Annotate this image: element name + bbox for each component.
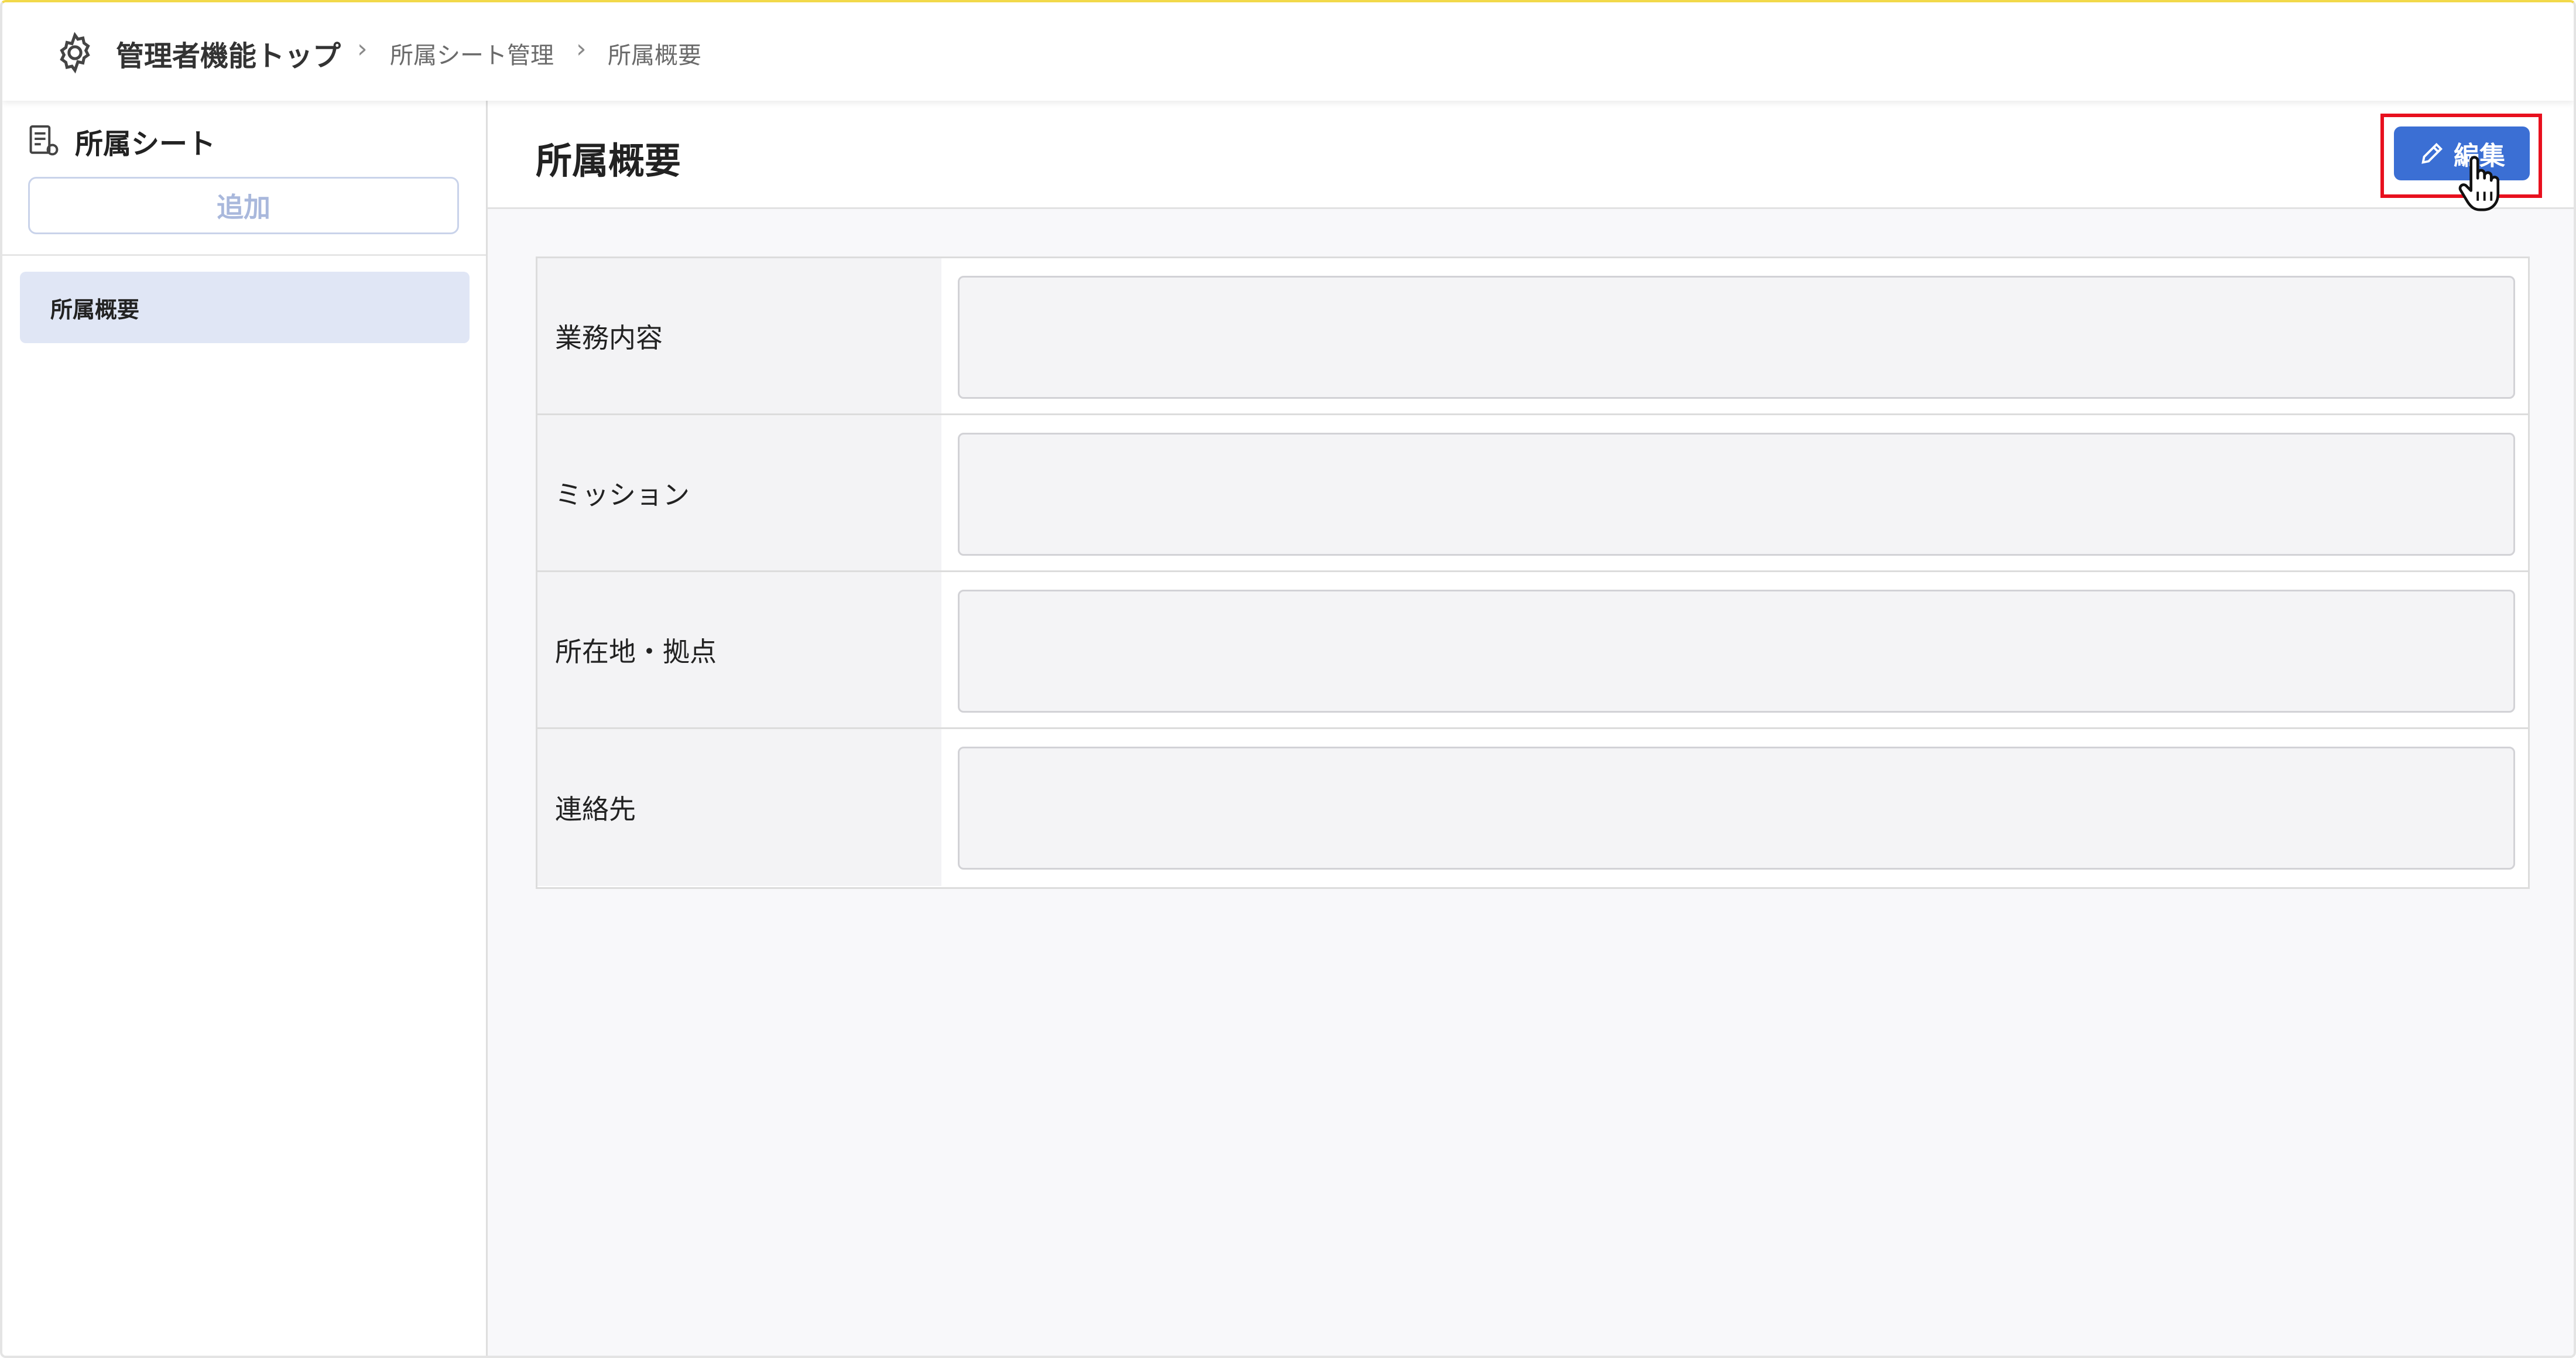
chevron-right-icon: › xyxy=(357,34,368,64)
breadcrumb-home-link[interactable]: 管理者機能トップ xyxy=(116,33,341,74)
form-row-mission: ミッション xyxy=(537,415,2528,572)
sheet-icon xyxy=(29,125,59,156)
divider xyxy=(2,254,486,256)
breadcrumb-sheet-management-link[interactable]: 所属シート管理 xyxy=(390,36,554,70)
chevron-right-icon: › xyxy=(576,34,587,64)
field-label: 業務内容 xyxy=(537,258,941,413)
sidebar-title: 所属シート xyxy=(75,128,216,160)
form-row-business: 業務内容 xyxy=(537,258,2528,415)
field-label: ミッション xyxy=(537,415,941,570)
form-row-location: 所在地・拠点 xyxy=(537,572,2528,729)
sidebar: 所属シート 追加 所属概要 xyxy=(2,101,488,1356)
overview-form: 業務内容 ミッション 所在地・拠点 連絡先 xyxy=(536,256,2530,889)
breadcrumb-current: 所属概要 xyxy=(608,42,701,69)
field-label: 所在地・拠点 xyxy=(537,572,941,727)
location-field[interactable] xyxy=(958,590,2515,713)
mission-field[interactable] xyxy=(958,433,2515,556)
pencil-icon xyxy=(2421,142,2443,164)
sidebar-item-overview[interactable]: 所属概要 xyxy=(20,272,470,343)
app-window: 管理者機能トップ › 所属シート管理 › 所属概要 所属シート 追加 所属概要 … xyxy=(0,0,2576,1358)
breadcrumb: 管理者機能トップ › 所属シート管理 › 所属概要 xyxy=(2,2,2574,101)
hand-cursor-icon xyxy=(2458,156,2500,211)
business-content-field[interactable] xyxy=(958,276,2515,399)
add-button[interactable]: 追加 xyxy=(28,177,459,234)
gear-icon[interactable] xyxy=(53,30,97,75)
main-panel: 所属概要 編集 業務内容 ミッション 所在地・拠点 連絡先 xyxy=(488,101,2574,1356)
form-row-contact: 連絡先 xyxy=(537,729,2528,886)
contact-field[interactable] xyxy=(958,747,2515,870)
main-header: 所属概要 xyxy=(488,101,2574,209)
field-label: 連絡先 xyxy=(537,729,941,886)
page-title: 所属概要 xyxy=(536,139,681,182)
